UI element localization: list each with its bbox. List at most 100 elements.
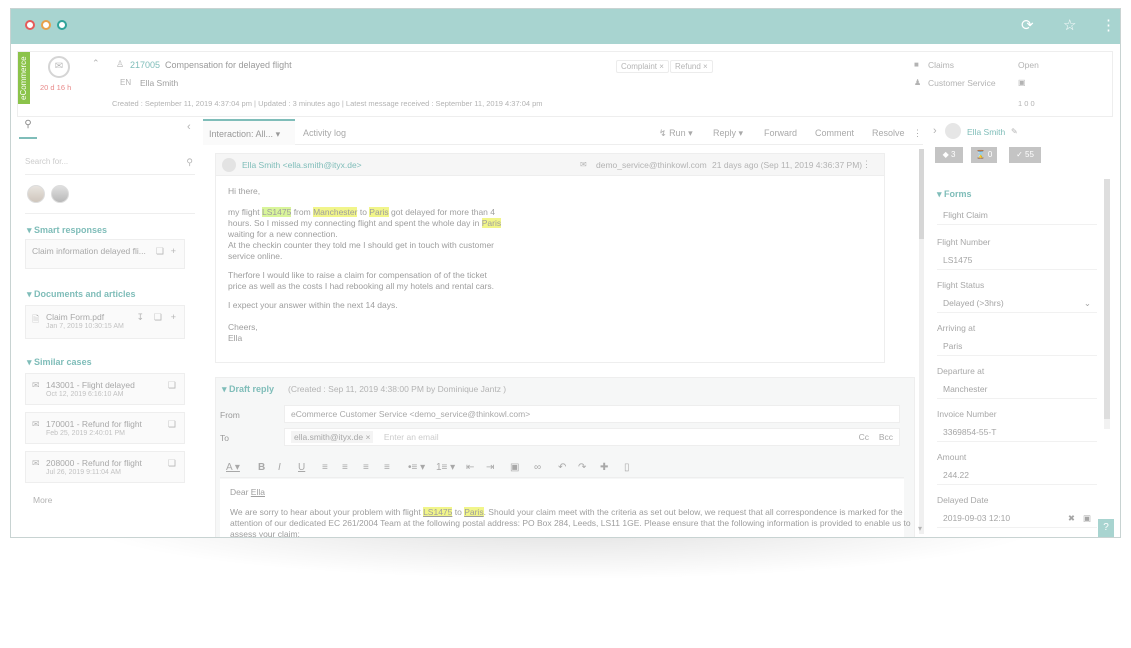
help-button[interactable]: ?	[1098, 519, 1114, 537]
entity-flight[interactable]: LS1475	[423, 507, 453, 517]
smart-response-item[interactable]: Claim information delayed fli... ❏ +	[25, 239, 185, 269]
minimize-dot-icon[interactable]	[41, 20, 51, 30]
edit-icon[interactable]: ✎	[1011, 127, 1018, 136]
comment-button[interactable]: Comment	[815, 128, 854, 138]
align-center-icon[interactable]: ≡	[342, 462, 348, 473]
justify-icon[interactable]: ≡	[384, 462, 390, 473]
calendar-icon[interactable]: ▣	[1018, 78, 1026, 87]
agent-avatar[interactable]	[27, 185, 45, 203]
tab-interaction[interactable]: Interaction: All... ▾	[203, 119, 295, 145]
copy-icon[interactable]: ❏	[168, 458, 176, 469]
cc-button[interactable]: Cc	[859, 432, 869, 442]
indent-icon[interactable]: ⇥	[486, 462, 494, 473]
add-icon[interactable]: +	[171, 246, 176, 256]
close-dot-icon[interactable]	[25, 20, 35, 30]
departure-at-field[interactable]: Manchester	[937, 379, 1097, 399]
maximize-dot-icon[interactable]	[57, 20, 67, 30]
draft-title[interactable]: ▾ Draft reply	[222, 384, 274, 395]
to-field[interactable]: ella.smith@ityx.de × Enter an email Cc B…	[284, 428, 900, 446]
collapse-left-icon[interactable]: ‹	[187, 121, 191, 133]
undo-icon[interactable]: ↶	[558, 462, 566, 473]
amount-field[interactable]: 244.22	[937, 465, 1097, 485]
font-color-icon[interactable]: A ▾	[226, 462, 240, 473]
entity-city[interactable]: Paris	[369, 207, 389, 217]
attachment-icon[interactable]: ▯	[624, 462, 630, 473]
copy-icon[interactable]: ❏	[154, 312, 162, 323]
collapse-right-icon[interactable]: ›	[933, 125, 937, 137]
case-team[interactable]: Customer Service	[928, 78, 996, 88]
tab-activity-log[interactable]: Activity log	[303, 128, 346, 138]
recipient-chip[interactable]: ella.smith@ityx.de ×	[291, 431, 374, 443]
star-icon[interactable]: ☆	[1063, 16, 1076, 34]
scroll-down-icon[interactable]: ▾	[918, 524, 922, 533]
message-from[interactable]: Ella Smith <ella.smith@ityx.de>	[242, 160, 362, 170]
align-right-icon[interactable]: ≡	[363, 462, 369, 473]
insert-icon[interactable]: ✚	[600, 462, 608, 473]
entity-flight[interactable]: LS1475	[262, 207, 292, 217]
similar-cases-title[interactable]: ▾ Similar cases	[27, 357, 92, 368]
redo-icon[interactable]: ↷	[578, 462, 586, 473]
center-scrollbar[interactable]	[919, 149, 924, 534]
check-count-badge[interactable]: ✓ 55	[1009, 147, 1041, 163]
form-name[interactable]: Flight Claim	[937, 205, 1097, 225]
search-tab[interactable]: ⚲	[19, 119, 37, 139]
more-actions-icon[interactable]: ⋮	[913, 128, 922, 139]
delayed-date-field[interactable]: 2019-09-03 12:10 ✖ ▣	[937, 508, 1097, 528]
numbered-list-icon[interactable]: 1≡ ▾	[436, 462, 455, 473]
add-icon[interactable]: +	[171, 312, 176, 322]
refresh-icon[interactable]: ⟳	[1021, 16, 1034, 34]
from-field[interactable]: eCommerce Customer Service <demo_service…	[284, 405, 900, 423]
bold-icon[interactable]: B	[258, 462, 265, 473]
resolve-button[interactable]: Resolve	[872, 128, 905, 138]
bullet-list-icon[interactable]: •≡ ▾	[408, 462, 425, 473]
clear-icon[interactable]: ✖	[1068, 513, 1075, 524]
calendar-icon[interactable]: ▣	[1083, 513, 1091, 524]
language-code[interactable]: EN	[120, 78, 131, 87]
invoice-number-field[interactable]: 3369854-55-T	[937, 422, 1097, 442]
run-button[interactable]: ↯ Run ▾	[659, 128, 693, 139]
case-title[interactable]: Compensation for delayed flight	[165, 60, 292, 70]
documents-title[interactable]: ▾ Documents and articles	[27, 289, 136, 300]
download-icon[interactable]: ↧	[136, 312, 144, 323]
case-status[interactable]: Open	[1018, 60, 1039, 70]
scroll-thumb[interactable]	[919, 149, 924, 239]
search-icon[interactable]: ⚲	[186, 157, 193, 168]
case-category[interactable]: Claims	[928, 60, 954, 70]
flight-status-select[interactable]: Delayed (>3hrs) ⌄	[937, 293, 1097, 313]
similar-case-item[interactable]: ✉ 170001 - Refund for flight Feb 25, 201…	[25, 412, 185, 444]
italic-icon[interactable]: I	[278, 462, 281, 473]
more-link[interactable]: More	[33, 495, 52, 505]
bcc-button[interactable]: Bcc	[879, 432, 893, 442]
copy-icon[interactable]: ❏	[168, 419, 176, 430]
align-left-icon[interactable]: ≡	[322, 462, 328, 473]
more-vertical-icon[interactable]: ⋮	[1101, 16, 1116, 34]
message-menu-icon[interactable]: ⋮	[862, 159, 871, 170]
placeholder-name[interactable]: Ella	[251, 487, 265, 497]
similar-case-item[interactable]: ✉ 208000 - Refund for flight Jul 26, 201…	[25, 451, 185, 483]
similar-case-item[interactable]: ✉ 143001 - Flight delayed Oct 12, 2019 6…	[25, 373, 185, 405]
scroll-thumb[interactable]	[1104, 179, 1110, 419]
sidebar-search-input[interactable]: Search for... ⚲	[25, 157, 195, 175]
entity-city[interactable]: Paris	[464, 507, 484, 517]
forward-button[interactable]: Forward	[764, 128, 797, 138]
tag-complaint[interactable]: Complaint ×	[616, 60, 669, 73]
tag-refund[interactable]: Refund ×	[670, 60, 713, 73]
entity-city[interactable]: Manchester	[313, 207, 358, 217]
contact-avatar[interactable]	[945, 123, 961, 139]
contact-name[interactable]: Ella Smith	[967, 127, 1005, 137]
forms-title[interactable]: ▾ Forms	[937, 189, 972, 200]
copy-icon[interactable]: ❏	[156, 246, 164, 257]
reply-editor[interactable]: Dear Ella We are sorry to hear about you…	[220, 479, 911, 537]
reply-button[interactable]: Reply ▾	[713, 128, 743, 139]
right-scrollbar[interactable]	[1104, 179, 1110, 429]
case-id[interactable]: 217005	[130, 60, 160, 70]
collapse-icon[interactable]: ⌃	[92, 58, 100, 69]
link-icon[interactable]: ∞	[534, 462, 541, 473]
flight-number-field[interactable]: LS1475	[937, 250, 1097, 270]
smart-responses-title[interactable]: ▾ Smart responses	[27, 225, 107, 236]
arriving-at-field[interactable]: Paris	[937, 336, 1097, 356]
timer-count-badge[interactable]: ⌛ 0	[971, 147, 997, 163]
email-input[interactable]: Enter an email	[384, 432, 439, 442]
image-icon[interactable]: ▣	[510, 462, 519, 473]
document-item[interactable]: 🗎 Claim Form.pdf Jan 7, 2019 10:30:15 AM…	[25, 305, 185, 339]
